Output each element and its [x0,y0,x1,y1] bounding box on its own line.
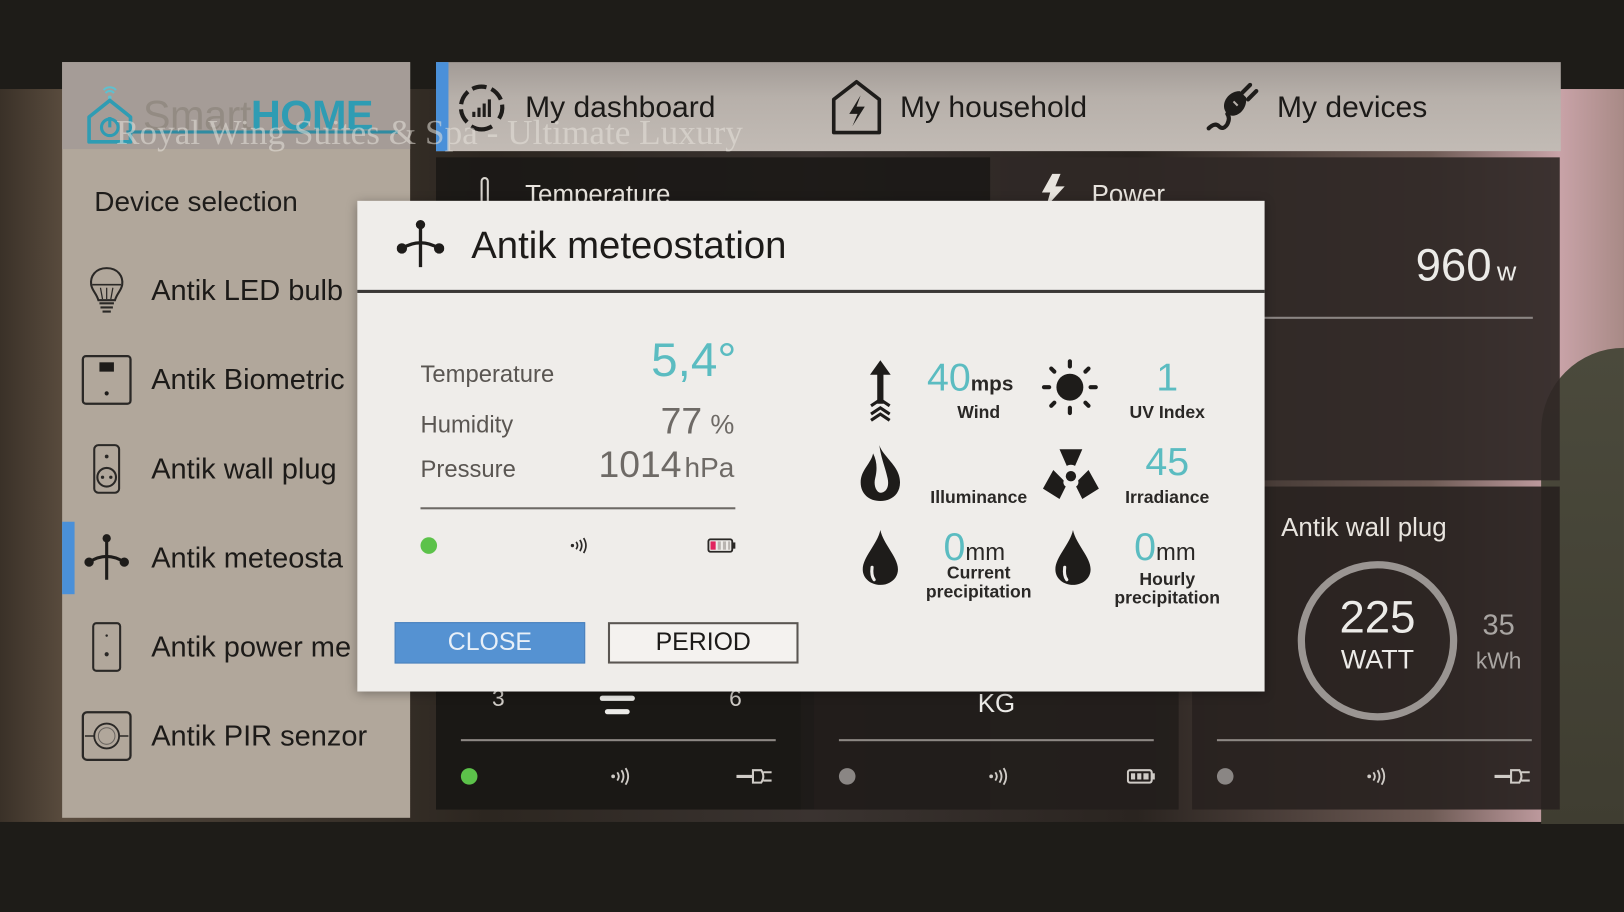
pir-sensor-icon [81,710,133,762]
hourly-precipitation-unit: mm [1155,538,1196,566]
nav-my-household[interactable]: My household [830,79,1087,137]
divider [838,739,1154,742]
nav-item-label: My devices [1277,90,1428,124]
offline-status-dot [1216,768,1234,785]
period-button[interactable]: PERIOD [607,622,799,664]
humidity-unit: % [710,408,735,440]
power-value: 960 w [1416,240,1517,292]
nav-accent-bar [436,62,449,152]
irradiance-label: Irradiance [1125,487,1210,508]
app-logo[interactable]: SmartHOME [85,85,374,147]
battery-low-icon [707,538,736,558]
label-line: precipitation [1114,587,1221,608]
battery-full-icon [1126,768,1156,790]
wind-unit: mps [970,372,1014,396]
weight-unit: KG [977,689,1016,719]
pressure-value: 1014 hPa [598,443,734,486]
smarthome-house-icon [85,81,135,150]
device-item-label: Antik Biometric [151,363,345,396]
wind-value: 40mps [927,356,1013,401]
meteostation-icon [81,532,133,584]
power-number: 960 [1415,240,1492,291]
offline-status-dot [838,768,856,785]
pressure-number: 1014 [598,443,682,486]
menu-lines-icon [599,694,637,724]
online-status-dot [460,768,478,785]
hourly-precipitation-label: Hourly precipitation [1105,570,1229,607]
screen: SmartHOME Device selection Antik LED bul… [0,0,1624,912]
signal-icon [610,766,631,792]
bulb-icon [81,265,133,317]
nav-item-label: My household [900,90,1088,124]
meteostation-modal: Antik meteostation Temperature 5,4° Humi… [357,200,1265,692]
divider [460,739,776,742]
power-unit: w [1496,255,1517,287]
divider [1216,739,1532,742]
modal-title: Antik meteostation [471,223,787,267]
sun-icon [1041,358,1099,421]
weight-widget-footer: KG [814,689,1179,810]
radiation-icon [1041,445,1101,506]
signal-icon [1366,766,1387,792]
device-item-label: Antik LED bulb [151,274,344,307]
pressure-label: Pressure [420,455,516,483]
close-button[interactable]: CLOSE [394,622,586,664]
label-line: Current [946,563,1011,583]
biometric-reader-icon [81,354,133,406]
device-selection-title: Device selection [94,186,298,218]
device-item-pir-sensor[interactable]: Antik PIR senzor [62,692,410,781]
plug-connector-icon [1494,766,1532,792]
label-line: Hourly [1139,569,1196,590]
nav-my-devices[interactable]: My devices [1205,79,1428,137]
online-status-dot [420,537,438,554]
uv-index-value: 1 [1156,356,1179,400]
divider [1263,316,1533,319]
drop-icon [1053,528,1092,591]
meteostation-icon [396,217,445,276]
humidity-value: 77% [661,400,735,443]
wind-arrow-icon [865,358,896,427]
plug-connector-icon [736,766,773,792]
nav-item-label: My dashboard [525,90,716,124]
humidity-label: Humidity [420,410,514,438]
wind-label: Wind [957,402,1001,423]
flame-icon [859,443,902,508]
nav-my-dashboard[interactable]: My dashboard [455,79,716,137]
dashboard-gauge-icon [455,81,509,135]
power-meter-icon [81,621,133,673]
uv-index-label: UV Index [1129,402,1205,423]
device-item-label: Antik wall plug [151,452,337,485]
wall-plug-icon [81,443,133,495]
hourly-precipitation-value: 0mm [1134,526,1196,571]
signal-icon [570,536,589,560]
device-item-label: Antik power me [151,630,352,663]
signal-icon [988,766,1009,792]
irradiance-value: 45 [1145,440,1190,485]
wall-plug-card-title: Antik wall plug [1281,513,1447,543]
divider [420,507,736,510]
illuminance-label: Illuminance [930,487,1028,508]
humidity-number: 77 [660,399,703,443]
temperature-label: Temperature [420,360,555,388]
watt-value: 225 [1339,592,1416,643]
pressure-unit: hPa [684,452,735,484]
kwh-unit: kWh [1475,648,1522,674]
label-line: precipitation [925,581,1032,602]
temperature-value: 5,4° [651,332,737,387]
temperature-widget-footer: 3 6 [436,685,801,810]
logo-underline [126,130,398,134]
current-precipitation-unit: mm [965,538,1006,566]
hourly-precipitation-number: 0 [1134,525,1156,570]
plug-icon [1205,81,1261,135]
drop-icon [861,528,900,591]
house-bolt-icon [830,79,884,137]
watt-unit: WATT [1340,643,1415,675]
top-navigation: My dashboard My household My devices [436,62,1561,152]
device-item-label: Antik meteosta [151,541,344,574]
modal-header: Antik meteostation [357,201,1265,293]
wind-number: 40 [926,356,971,400]
device-item-label: Antik PIR senzor [151,719,368,752]
current-precipitation-label: Current precipitation [917,564,1041,601]
kwh-value: 35 [1482,608,1515,641]
